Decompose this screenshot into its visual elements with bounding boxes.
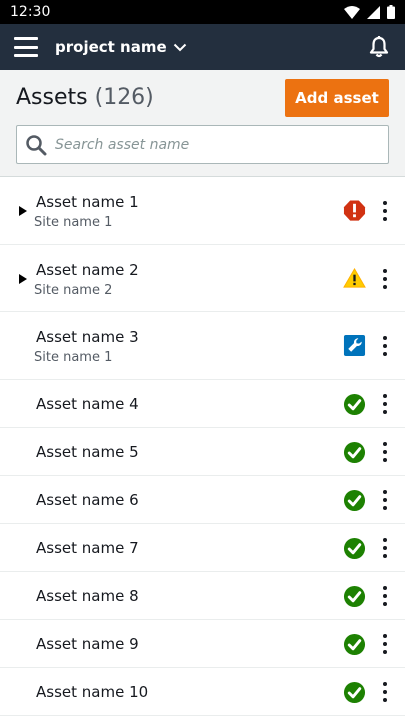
page-header: Assets (126) Add asset [0,70,405,177]
success-check-icon [343,633,366,656]
asset-row[interactable]: Asset name 7 [0,524,405,572]
success-check-icon [343,681,366,704]
expand-caret-icon[interactable] [19,273,27,284]
more-options-icon[interactable] [378,393,392,414]
success-check-icon [343,393,366,416]
status-time: 12:30 [10,4,51,20]
page-title: Assets (126) [16,85,154,110]
asset-name: Asset name 5 [36,442,139,461]
page-title-text: Assets [16,85,88,110]
asset-name: Asset name 3 [36,328,139,346]
more-options-icon[interactable] [378,681,392,702]
top-app-bar: project name [0,24,405,70]
error-icon [343,199,366,222]
asset-row[interactable]: Asset name 5 [0,428,405,476]
asset-row[interactable]: Asset name 6 [0,476,405,524]
cellular-signal-icon [367,5,380,19]
success-check-icon [343,489,366,512]
success-check-icon [343,585,366,608]
more-options-icon[interactable] [378,537,392,558]
asset-count: (126) [94,85,154,110]
asset-row[interactable]: Asset name 1 Site name 1 [0,177,405,245]
more-options-icon[interactable] [378,201,392,221]
success-check-icon [343,441,366,464]
asset-row[interactable]: Asset name 8 [0,572,405,620]
battery-icon [387,5,395,19]
more-options-icon[interactable] [378,336,392,356]
notifications-bell-icon[interactable] [367,35,391,59]
more-options-icon[interactable] [378,585,392,606]
search-input[interactable] [53,135,388,154]
asset-row[interactable]: Asset name 2 Site name 2 [0,245,405,312]
more-options-icon[interactable] [378,268,392,289]
asset-row[interactable]: Asset name 4 [0,380,405,428]
asset-name: Asset name 2 [36,260,139,279]
asset-name: Asset name 7 [36,538,139,557]
asset-name: Asset name 10 [36,682,149,701]
maintenance-wrench-icon [343,334,366,357]
search-box[interactable] [16,125,389,164]
warning-icon [343,267,366,290]
asset-name: Asset name 8 [36,586,139,605]
asset-list: Asset name 1 Site name 1 Asset name 2 Site … [0,177,405,716]
expand-caret-icon[interactable] [19,206,27,216]
asset-name: Asset name 6 [36,490,139,509]
status-bar: 12:30 [0,0,405,24]
status-icons [344,5,395,19]
success-check-icon [343,537,366,560]
asset-site: Site name 1 [34,350,113,365]
wifi-icon [344,5,360,19]
more-options-icon[interactable] [378,633,392,654]
asset-name: Asset name 9 [36,634,139,653]
asset-row[interactable]: Asset name 3 Site name 1 [0,312,405,380]
menu-icon[interactable] [14,37,38,57]
more-options-icon[interactable] [378,441,392,462]
asset-name: Asset name 4 [36,394,139,413]
add-asset-button[interactable]: Add asset [285,79,389,117]
asset-row[interactable]: Asset name 10 [0,668,405,716]
asset-row[interactable]: Asset name 9 [0,620,405,668]
search-icon [26,134,47,155]
more-options-icon[interactable] [378,489,392,510]
asset-site: Site name 1 [34,215,113,230]
project-label: project name [55,38,167,56]
chevron-down-icon [173,43,186,51]
asset-name: Asset name 1 [36,193,139,211]
project-selector[interactable]: project name [55,38,187,56]
asset-site: Site name 2 [34,282,113,298]
